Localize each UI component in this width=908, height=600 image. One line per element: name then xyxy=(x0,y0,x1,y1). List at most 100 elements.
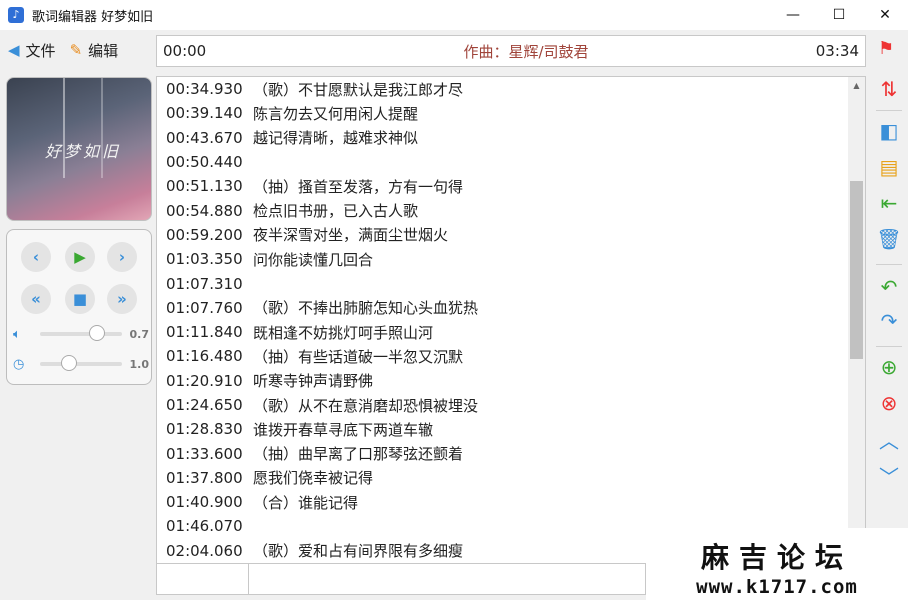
pencil-icon: ✎ xyxy=(69,41,83,59)
speed-slider[interactable] xyxy=(40,355,122,371)
window-controls: — ☐ ✕ xyxy=(770,0,908,30)
lyric-row[interactable]: 00:51.130 （抽）搔首至发落，方有一句得 xyxy=(157,174,865,198)
lyric-row[interactable]: 00:39.140 陈言勿去又何用闲人提醒 xyxy=(157,101,865,125)
lyric-time: 01:40.900 xyxy=(166,493,243,512)
lyric-time: 00:51.130 xyxy=(166,177,243,196)
album-cover: 好梦如旧 xyxy=(6,77,152,221)
minimize-button[interactable]: — xyxy=(770,0,816,30)
lyric-row[interactable]: 01:03.350 问你能读懂几回合 xyxy=(157,247,865,271)
lyric-text: 既相逢不妨挑灯呵手照山河 xyxy=(253,323,434,342)
audio-icon[interactable]: ◧ xyxy=(874,116,904,146)
lyric-text: 听寒寺钟声请野佛 xyxy=(253,372,374,391)
lyric-time: 00:50.440 xyxy=(166,153,243,172)
lyric-row[interactable]: 00:43.670 越记得清晰，越难求神似 xyxy=(157,126,865,150)
menu-file-label: 文件 xyxy=(25,41,56,60)
lyric-text: （歌）不甘愿默认是我江郎才尽 xyxy=(253,80,464,99)
lyric-row[interactable]: 01:11.840 既相逢不妨挑灯呵手照山河 xyxy=(157,320,865,344)
volume-slider-thumb[interactable] xyxy=(89,325,106,341)
volume-row: 🔈︎ 0.7 xyxy=(13,324,149,344)
lyric-text: 陈言勿去又何用闲人提醒 xyxy=(253,104,419,123)
sync-icon[interactable]: ⇅ xyxy=(874,74,904,104)
toolbar-separator xyxy=(876,110,902,111)
lyric-row[interactable]: 01:07.760 （歌）不捧出肺腑怎知心头血犹热 xyxy=(157,296,865,320)
speed-slider-thumb[interactable] xyxy=(60,355,77,371)
send-arrow-icon: ◀ xyxy=(8,41,20,59)
lyric-time: 02:04.060 xyxy=(166,541,243,560)
lyric-time: 01:07.310 xyxy=(166,274,243,293)
lyric-edit-row xyxy=(156,563,646,595)
lyric-time: 01:03.350 xyxy=(166,250,243,269)
player-controls: ‹ ▶ › « ■ » 🔈︎ 0.7 ◷ 1.0 xyxy=(6,229,152,385)
title-bar: ♪ 歌词编辑器 好梦如旧 — ☐ ✕ xyxy=(0,0,908,30)
next-line-button[interactable]: › xyxy=(107,242,137,272)
lyric-text: 越记得清晰，越难求神似 xyxy=(253,129,419,148)
lyric-time: 01:46.070 xyxy=(166,517,243,536)
play-button[interactable]: ▶ xyxy=(65,242,95,272)
undo-icon[interactable]: ↶ xyxy=(874,272,904,302)
add-line-icon[interactable]: ⊕ xyxy=(874,352,904,382)
lyric-row[interactable]: 00:50.440 xyxy=(157,150,865,174)
toolbar-separator xyxy=(876,264,902,265)
fast-forward-button[interactable]: » xyxy=(107,284,137,314)
lyric-row[interactable]: 00:54.880 检点旧书册，已入古人歌 xyxy=(157,198,865,222)
lyric-text: （歌）从不在意消磨却恐惧被埋没 xyxy=(253,396,479,415)
scrollbar[interactable]: ▲ xyxy=(848,77,865,563)
lyric-time: 01:24.650 xyxy=(166,396,243,414)
stop-icon: ■ xyxy=(72,290,88,308)
lyric-time: 01:16.480 xyxy=(166,347,243,366)
speaker-icon: 🔈︎ xyxy=(13,326,21,342)
time-bar: 00:00 作曲：星辉/司鼓君 03:34 xyxy=(156,35,866,67)
lyric-time: 01:07.760 xyxy=(166,298,243,317)
close-button[interactable]: ✕ xyxy=(862,0,908,30)
lyric-time: 00:54.880 xyxy=(166,201,243,220)
lyric-row[interactable]: 01:16.480 （抽）有些话道破一半忽又沉默 xyxy=(157,344,865,368)
window-title: 歌词编辑器 好梦如旧 xyxy=(32,9,154,25)
lyrics-list[interactable]: 00:34.930 （歌）不甘愿默认是我江郎才尽 00:39.140 陈言勿去又何用闲… xyxy=(156,76,866,564)
menu-edit[interactable]: ✎ 编辑 xyxy=(70,40,119,61)
stop-button[interactable]: ■ xyxy=(65,284,95,314)
lyric-time: 01:28.830 xyxy=(166,420,243,439)
lyric-row[interactable]: 01:28.830 谁拨开春草寻底下两道车辙 xyxy=(157,417,865,441)
rewind-button[interactable]: « xyxy=(21,284,51,314)
lyric-text: （歌）爱和占有间界限有多细瘦 xyxy=(253,542,464,561)
lyric-row[interactable]: 00:34.930 （歌）不甘愿默认是我江郎才尽 xyxy=(157,77,865,101)
lyric-row[interactable]: 01:37.800 愿我们侥幸被记得 xyxy=(157,466,865,490)
play-icon: ▶ xyxy=(74,248,86,266)
move-up-icon[interactable]: ︿ xyxy=(874,424,904,454)
scroll-up-arrow-icon[interactable]: ▲ xyxy=(848,77,865,94)
lyric-row[interactable]: 01:24.650 （歌）从不在意消磨却恐惧被埋没 xyxy=(157,393,865,417)
lyric-time: 01:20.910 xyxy=(166,371,243,390)
lyric-text: （合）谁能记得 xyxy=(253,493,359,512)
scrollbar-thumb[interactable] xyxy=(850,181,863,359)
import-file-icon[interactable]: ⇤ xyxy=(874,188,904,218)
lyric-row[interactable]: 01:40.900 （合）谁能记得 xyxy=(157,490,865,514)
menu-bar: ◀ 文件 ✎ 编辑 xyxy=(0,34,124,66)
lyric-row[interactable]: 01:07.310 xyxy=(157,271,865,295)
menu-file[interactable]: ◀ 文件 xyxy=(8,40,56,61)
lyric-text: （抽）有些话道破一半忽又沉默 xyxy=(253,347,464,366)
lyric-row[interactable]: 00:59.200 夜半深雪对坐，满面尘世烟火 xyxy=(157,223,865,247)
chevron-left-icon: ‹ xyxy=(32,248,40,266)
prev-line-button[interactable]: ‹ xyxy=(21,242,51,272)
trash-icon[interactable]: 🗑︎ xyxy=(874,224,904,254)
redo-icon[interactable]: ↷ xyxy=(874,306,904,336)
edit-time-field[interactable] xyxy=(157,564,249,594)
move-down-icon[interactable]: ﹀ xyxy=(874,460,904,490)
lyric-row[interactable]: 01:33.600 （抽）曲早离了口那琴弦还颤着 xyxy=(157,441,865,465)
lyric-time: 00:43.670 xyxy=(166,128,243,147)
music-note-icon: ♪ xyxy=(8,7,24,23)
toolbar-separator xyxy=(876,346,902,347)
menu-edit-label: 编辑 xyxy=(88,41,119,60)
delete-line-icon[interactable]: ⊗ xyxy=(874,388,904,418)
double-chevron-right-icon: » xyxy=(117,290,127,308)
maximize-button[interactable]: ☐ xyxy=(816,0,862,30)
lyric-rows: 00:34.930 （歌）不甘愿默认是我江郎才尽 00:39.140 陈言勿去又何用闲… xyxy=(157,77,865,563)
lyric-row[interactable]: 01:20.910 听寒寺钟声请野佛 xyxy=(157,369,865,393)
edit-text-field[interactable] xyxy=(249,564,645,594)
note-file-icon[interactable]: ▤ xyxy=(874,152,904,182)
lyric-text: 谁拨开春草寻底下两道车辙 xyxy=(253,420,434,439)
volume-value: 0.7 xyxy=(129,327,150,341)
lyric-text: 夜半深雪对坐，满面尘世烟火 xyxy=(253,226,449,245)
volume-slider[interactable] xyxy=(40,325,122,341)
flag-icon[interactable]: ⚑ xyxy=(878,38,894,59)
